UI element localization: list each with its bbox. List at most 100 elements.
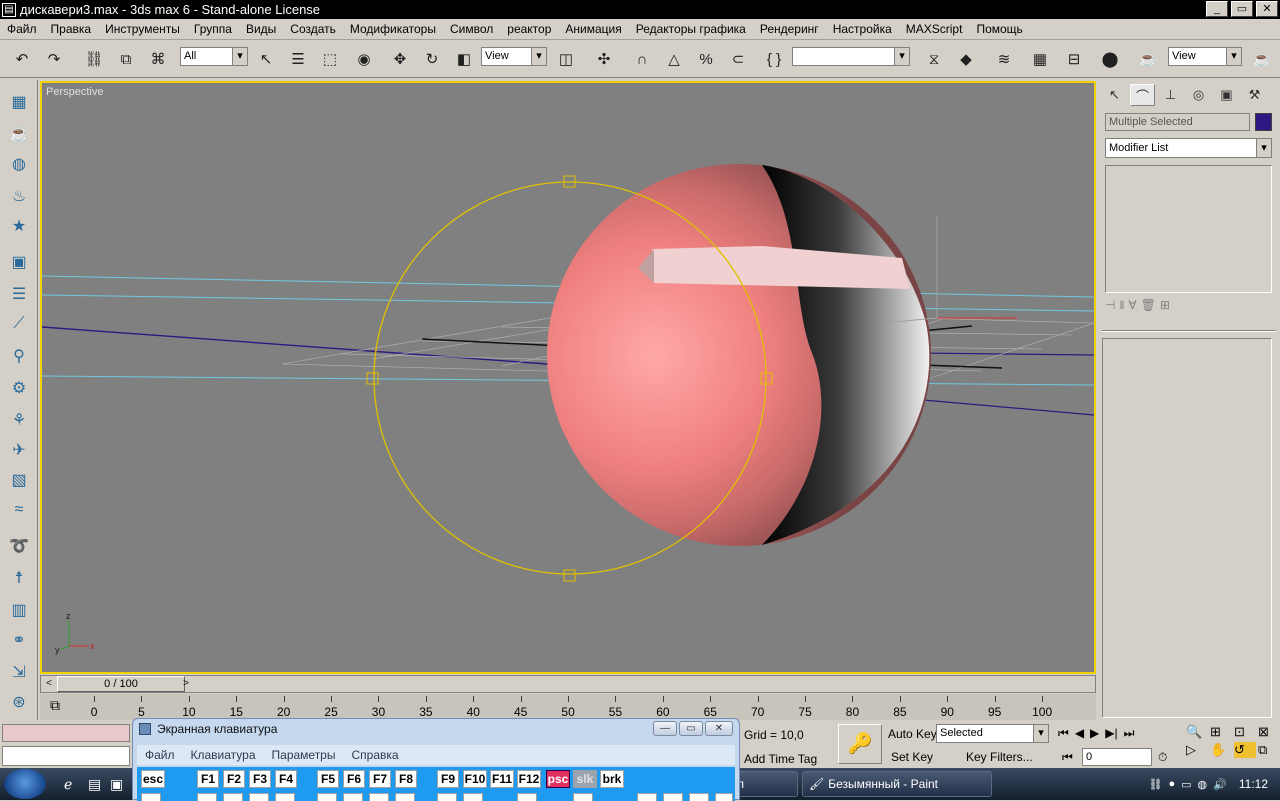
menu-animation[interactable]: Анимация (558, 22, 628, 36)
selection-filter-dropdown[interactable]: All (180, 47, 248, 66)
pin-stack-icon[interactable]: ⊣ (1105, 298, 1115, 318)
render-scene-icon[interactable]: ☕ (1134, 45, 1162, 73)
water-tool-icon[interactable]: ≈ (5, 496, 33, 524)
create-tool-icon[interactable]: ▦ (5, 88, 33, 116)
network-icon[interactable]: ⛓ (1149, 778, 1163, 791)
osk-close-button[interactable]: ✕ (705, 721, 733, 736)
angle-snap-icon[interactable]: △ (660, 45, 688, 73)
move-icon[interactable]: ✥ (386, 45, 414, 73)
arc-rotate-icon[interactable]: ↺ (1234, 742, 1256, 758)
select-by-name-icon[interactable]: ☰ (284, 45, 312, 73)
show-end-result-icon[interactable]: ‖ (1119, 298, 1124, 318)
previous-frame-icon[interactable]: ◀ (1075, 726, 1084, 741)
unlink-icon[interactable]: ⧉ (112, 45, 140, 73)
render-view-dropdown[interactable]: View (1168, 47, 1242, 66)
menu-edit[interactable]: Правка (44, 22, 99, 36)
key-f3[interactable]: F3 (249, 770, 271, 788)
menu-create[interactable]: Создать (283, 22, 343, 36)
key-f6[interactable]: F6 (343, 770, 365, 788)
menu-group[interactable]: Группа (187, 22, 239, 36)
osk-menu-help[interactable]: Справка (343, 748, 406, 762)
remove-modifier-icon[interactable]: 🗑 (1141, 298, 1156, 318)
key-f9[interactable]: F9 (437, 770, 459, 788)
menu-file[interactable]: Файл (0, 22, 44, 36)
osk-maximize-button[interactable]: ▭ (679, 721, 703, 736)
menu-reactor[interactable]: реактор (500, 22, 558, 36)
bone-tool-icon[interactable]: ⟋ (5, 310, 33, 338)
rectangular-selection-icon[interactable]: ⬚ (316, 45, 344, 73)
display-tab-icon[interactable]: ▣ (1214, 84, 1239, 106)
close-button[interactable]: ✕ (1256, 1, 1278, 17)
time-slider-handle[interactable]: 0 / 100 (57, 676, 185, 692)
material-tool-icon[interactable]: ▣ (5, 248, 33, 276)
modifier-list-dropdown[interactable]: Modifier List (1105, 138, 1272, 158)
field-of-view-icon[interactable]: ▷ (1186, 742, 1208, 758)
zoom-icon[interactable]: 🔍 (1186, 724, 1208, 740)
key-filters-button[interactable]: Key Filters... (966, 750, 1033, 764)
antivirus-icon[interactable]: ● (1168, 778, 1175, 790)
spinner-snap-icon[interactable]: ⊂ (724, 45, 752, 73)
key-f11[interactable]: F11 (490, 770, 514, 788)
key-mode-toggle-icon[interactable]: ⏮ (1062, 750, 1073, 765)
edit-named-selection-icon[interactable]: { } (760, 45, 788, 73)
app-icon[interactable]: ▤ (2, 2, 16, 17)
key-icon[interactable]: 🔑 (838, 724, 882, 764)
key-mode-dropdown[interactable]: Selected (936, 724, 1049, 743)
redo-icon[interactable]: ↷ (40, 45, 68, 73)
switch-windows-icon[interactable]: ▣ (110, 776, 123, 793)
motion-tab-icon[interactable]: ◎ (1186, 84, 1211, 106)
material-editor-icon[interactable]: ⬤ (1096, 45, 1124, 73)
modifier-stack[interactable] (1105, 165, 1272, 293)
mirror-icon[interactable]: ⧖ (920, 45, 948, 73)
joint-tool-icon[interactable]: ⇲ (5, 658, 33, 686)
show-desktop-icon[interactable]: ▤ (88, 776, 101, 793)
manipulate-icon[interactable]: ✣ (590, 45, 618, 73)
pivot-center-icon[interactable]: ◫ (552, 45, 580, 73)
key-slk[interactable]: slk (573, 770, 597, 788)
hierarchy-tab-icon[interactable]: ⊥ (1158, 84, 1183, 106)
play-icon[interactable]: ▶ (1090, 726, 1099, 741)
key-f5[interactable]: F5 (317, 770, 339, 788)
taskbar-item-paint[interactable]: 🖌 Безымянный - Paint (802, 771, 992, 797)
set-key-button[interactable]: Set Key (891, 750, 933, 764)
scale-icon[interactable]: ◧ (450, 45, 478, 73)
make-unique-icon[interactable]: ∀ (1128, 298, 1136, 318)
gear-icon[interactable]: ⚙ (5, 374, 33, 402)
undo-icon[interactable]: ↶ (8, 45, 36, 73)
speaker-icon[interactable]: 🔊 (1213, 778, 1227, 791)
pan-icon[interactable]: ✋ (1210, 742, 1232, 758)
create-tab-icon[interactable]: ↖ (1102, 84, 1127, 106)
configure-sets-icon[interactable]: ⊞ (1160, 298, 1170, 318)
menu-graph-editors[interactable]: Редакторы графика (629, 22, 753, 36)
prompt-field[interactable] (2, 746, 130, 766)
time-config-icon[interactable]: ⏱ (1158, 750, 1167, 765)
object-name-field[interactable]: Multiple Selected (1105, 113, 1250, 131)
bind-space-warp-icon[interactable]: ⌘ (144, 45, 172, 73)
osk-menu-keyboard[interactable]: Клавиатура (183, 748, 264, 762)
key-f7[interactable]: F7 (369, 770, 391, 788)
zoom-extents-all-icon[interactable]: ⊠ (1258, 724, 1280, 740)
time-prev-button[interactable]: < (42, 677, 56, 691)
time-slider[interactable]: < 0 / 100 > (40, 675, 1096, 693)
start-button[interactable] (4, 769, 46, 799)
rotate-icon[interactable]: ↻ (418, 45, 446, 73)
link-icon[interactable]: ⛓ (80, 45, 108, 73)
reference-coordinate-dropdown[interactable]: View (481, 47, 547, 66)
window-crossing-icon[interactable]: ◉ (350, 45, 378, 73)
layers-tool-icon[interactable]: ☰ (5, 280, 33, 308)
cloth-tool-icon[interactable]: ▧ (5, 466, 33, 494)
current-frame-field[interactable]: 0 (1082, 748, 1152, 766)
key-f10[interactable]: F10 (463, 770, 487, 788)
wind-tool-icon[interactable]: ⚘ (5, 406, 33, 434)
auto-key-button[interactable]: Auto Key (888, 727, 937, 741)
quick-render-icon[interactable]: ☕ (1248, 45, 1276, 73)
key-f8[interactable]: F8 (395, 770, 417, 788)
track-bar-icon[interactable]: ⧉ (50, 697, 60, 714)
menu-tools[interactable]: Инструменты (98, 22, 187, 36)
internet-explorer-icon[interactable]: ℯ (64, 776, 72, 793)
clock[interactable]: 11:12 (1239, 777, 1268, 791)
snaps-toggle-icon[interactable]: ∩ (628, 45, 656, 73)
sphere-tool-icon[interactable]: ◍ (5, 150, 33, 178)
key-psc[interactable]: psc (546, 770, 570, 788)
maximize-viewport-icon[interactable]: ⧉ (1258, 742, 1280, 758)
